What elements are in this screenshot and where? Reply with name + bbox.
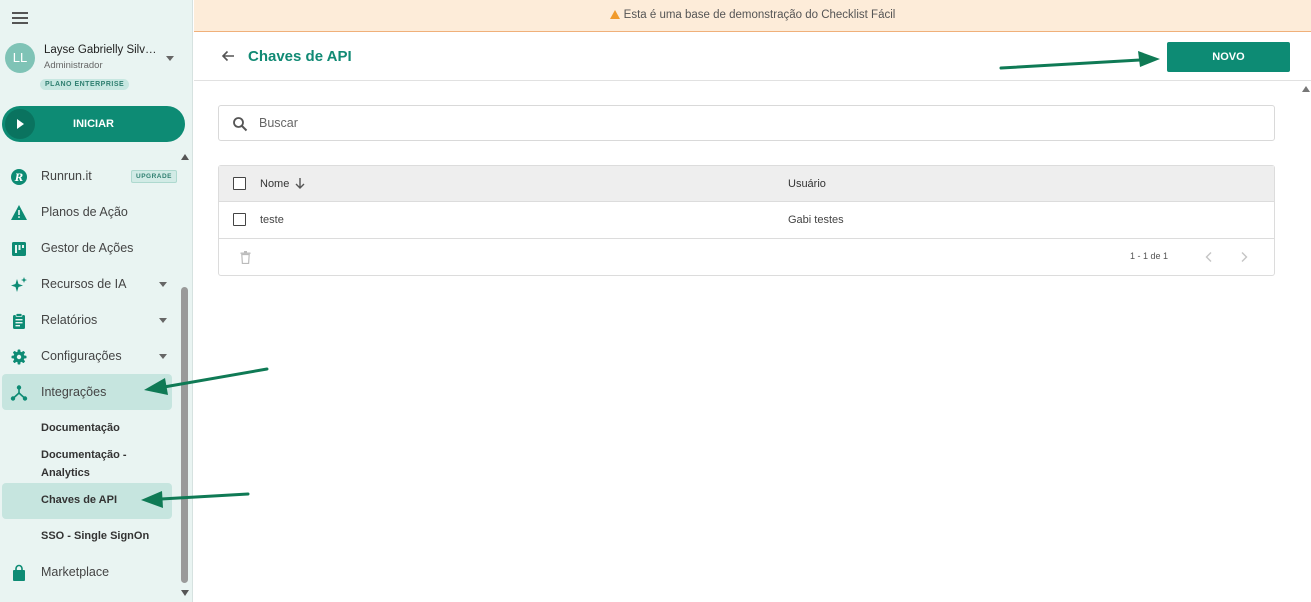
sidebar-subitem-label: Documentação - Analytics <box>41 449 127 479</box>
scroll-up-icon[interactable] <box>1302 86 1310 92</box>
integration-hub-icon <box>10 385 28 401</box>
chevron-down-icon[interactable] <box>159 354 167 359</box>
warning-triangle-icon <box>11 205 27 220</box>
avatar: LL <box>5 43 35 73</box>
upgrade-badge[interactable]: UPGRADE <box>131 170 178 183</box>
chevron-down-icon[interactable] <box>166 56 174 61</box>
demo-banner: Esta é uma base de demonstração do Check… <box>194 0 1311 32</box>
kanban-board-icon <box>12 242 26 256</box>
page-title: Chaves de API <box>248 48 352 65</box>
pagination-text: 1 - 1 de 1 <box>1130 251 1169 261</box>
sidebar-item-gestor-de-acoes[interactable]: Gestor de Ações <box>2 230 172 266</box>
arrow-left-icon[interactable] <box>220 48 236 64</box>
new-button[interactable]: NOVO <box>1167 42 1290 72</box>
sidebar-item-runrunit[interactable]: R Runrun.it UPGRADE <box>2 158 178 194</box>
sidebar-item-label: Marketplace <box>41 565 110 579</box>
shopping-bag-icon <box>13 564 25 581</box>
chevron-left-icon[interactable] <box>1203 251 1215 263</box>
sidebar-subitem-documentacao-analytics[interactable]: Documentação - Analytics <box>2 446 172 482</box>
scroll-up-icon[interactable] <box>181 154 189 160</box>
banner-text: Esta é uma base de demonstração do Check… <box>623 9 896 21</box>
arrow-down-icon[interactable] <box>294 177 306 190</box>
table-footer: 1 - 1 de 1 <box>219 239 1274 275</box>
sidebar: LL Layse Gabrielly Silva ... Administrad… <box>0 0 193 602</box>
chevron-right-icon[interactable] <box>1238 251 1250 263</box>
sidebar-item-label: Runrun.it <box>41 169 92 183</box>
user-name: Layse Gabrielly Silva ... <box>44 44 159 56</box>
page-header: Chaves de API NOVO <box>194 33 1311 81</box>
sidebar-item-label: Relatórios <box>41 313 98 327</box>
sidebar-subitem-label: SSO - Single SignOn <box>41 530 150 542</box>
sidebar-subitem-sso[interactable]: SSO - Single SignOn <box>2 527 172 545</box>
play-icon <box>5 109 35 139</box>
plan-badge: PLANO ENTERPRISE <box>40 79 130 90</box>
sidebar-item-label: Recursos de IA <box>41 277 127 291</box>
start-button[interactable]: INICIAR <box>2 106 185 142</box>
sidebar-item-label: Planos de Ação <box>41 205 128 219</box>
sidebar-item-integracoes[interactable]: Integrações <box>2 374 172 410</box>
start-label: INICIAR <box>73 118 114 130</box>
sidebar-item-recursos-de-ia[interactable]: Recursos de IA <box>2 266 172 302</box>
sidebar-item-label: Integrações <box>41 385 107 399</box>
svg-text:R: R <box>14 173 23 184</box>
sidebar-item-marketplace[interactable]: Marketplace <box>2 554 172 590</box>
column-header-usuario[interactable]: Usuário <box>788 178 826 190</box>
sidebar-item-relatorios[interactable]: Relatórios <box>2 302 172 338</box>
scroll-down-icon[interactable] <box>181 590 189 596</box>
sidebar-item-configuracoes[interactable]: Configurações <box>2 338 172 374</box>
sparkle-icon <box>11 277 27 292</box>
search-box[interactable] <box>218 105 1275 141</box>
sidebar-item-label: Gestor de Ações <box>41 241 134 255</box>
runrunit-logo-icon: R <box>11 169 27 185</box>
sidebar-scrollbar[interactable] <box>179 150 191 602</box>
table-header: Nome Usuário <box>219 166 1274 202</box>
user-profile[interactable]: LL Layse Gabrielly Silva ... Administrad… <box>5 42 185 94</box>
gear-icon <box>11 349 27 365</box>
sidebar-subitem-label: Documentação <box>41 422 120 434</box>
trash-icon[interactable] <box>240 251 251 264</box>
scrollbar-thumb[interactable] <box>181 287 188 583</box>
sidebar-subitem-documentacao[interactable]: Documentação <box>2 419 172 437</box>
cell-nome: teste <box>260 214 284 226</box>
search-input[interactable] <box>259 106 1259 140</box>
sidebar-subitem-label: Chaves de API <box>41 494 118 506</box>
user-role: Administrador <box>44 60 103 71</box>
menu-icon[interactable] <box>12 12 28 24</box>
search-icon <box>233 117 248 132</box>
chevron-down-icon[interactable] <box>159 318 167 323</box>
sidebar-item-label: Configurações <box>41 349 122 363</box>
api-keys-table: Nome Usuário teste Gabi testes 1 - 1 de … <box>218 165 1275 276</box>
row-checkbox[interactable] <box>233 213 246 226</box>
table-row[interactable]: teste Gabi testes <box>219 202 1274 239</box>
select-all-checkbox[interactable] <box>233 177 246 190</box>
chevron-down-icon[interactable] <box>159 282 167 287</box>
sidebar-item-planos-de-acao[interactable]: Planos de Ação <box>2 194 172 230</box>
warning-icon <box>609 10 620 19</box>
clipboard-icon <box>13 313 25 329</box>
cell-usuario: Gabi testes <box>788 214 844 226</box>
column-header-nome[interactable]: Nome <box>260 178 289 190</box>
sidebar-subitem-chaves-de-api[interactable]: Chaves de API <box>2 483 172 519</box>
annotation-arrows <box>141 51 1160 508</box>
